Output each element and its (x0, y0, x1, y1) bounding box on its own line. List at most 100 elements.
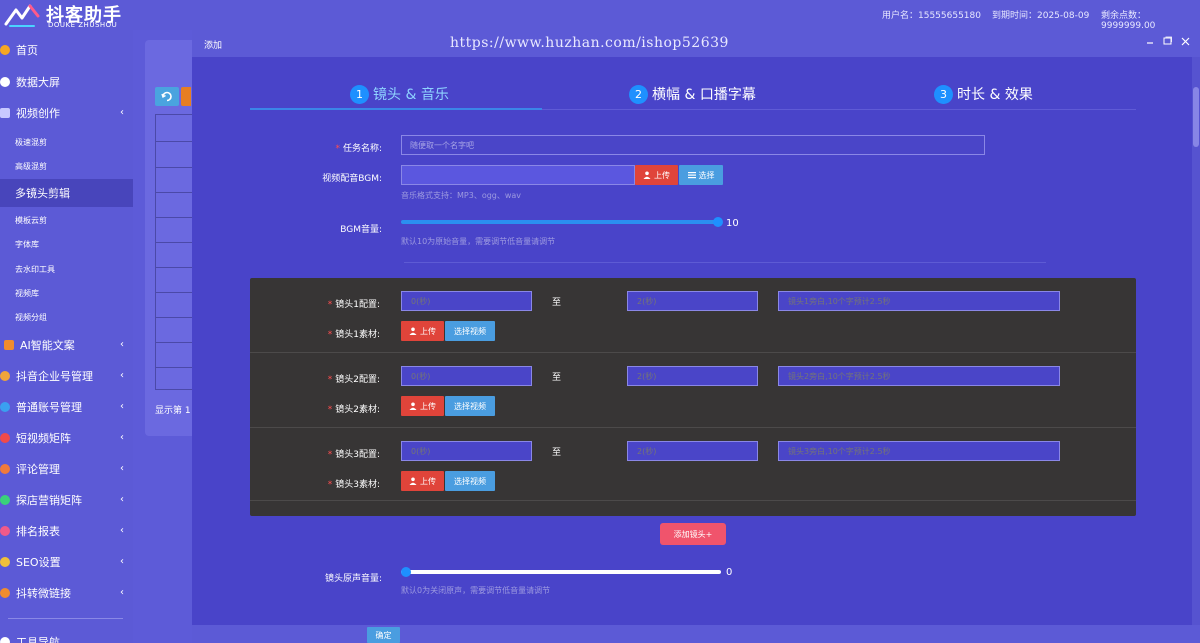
upload-icon (643, 171, 651, 179)
table-row (156, 267, 194, 268)
sidebar-item-seo[interactable]: SEO设置 ‹ (0, 548, 133, 576)
orig-volume-slider[interactable] (401, 570, 721, 574)
sidebar-item-ai-copy[interactable]: AI智能文案 ‹ (0, 331, 133, 359)
table-row (156, 367, 194, 368)
upload-icon (409, 477, 417, 485)
sidebar-item-home[interactable]: 首页 (0, 36, 133, 64)
orig-volume-value: 0 (726, 567, 733, 578)
bgm-select-button[interactable]: 选择 (679, 165, 723, 185)
orig-volume-slider-thumb[interactable] (401, 567, 411, 577)
section-divider (404, 262, 1046, 263)
upload-icon (409, 327, 417, 335)
shot-2-start-input[interactable] (401, 366, 532, 386)
shot-2-to-text: 至 (552, 373, 562, 383)
shot-2-narration-input[interactable] (778, 366, 1060, 386)
chevron-icon: ‹ (120, 463, 124, 474)
bgm-label: 视频配音BGM: (322, 174, 382, 184)
add-modal: 添加 https://www.huzhan.com/ishop52639 1 镜… (192, 30, 1200, 643)
shot-2-end-input[interactable] (627, 366, 758, 386)
matrix-icon (0, 433, 10, 443)
sidebar-item-label: 抖音企业号管理 (16, 370, 93, 383)
sidebar-item-comments[interactable]: 评论管理 ‹ (0, 455, 133, 483)
logo-icon (4, 4, 40, 27)
sidebar-item-tools[interactable]: 工具导航 (0, 628, 133, 643)
chevron-icon: ‹ (120, 525, 124, 536)
sidebar-item-label: 评论管理 (16, 463, 60, 476)
step-number: 1 (350, 84, 369, 104)
sidebar-item-label: 模板云剪 (15, 215, 47, 225)
sidebar-item-wechat-link[interactable]: 抖转微链接 ‹ (0, 579, 133, 607)
sidebar-item-douyin-enterprise[interactable]: 抖音企业号管理 ‹ (0, 362, 133, 390)
refresh-icon (161, 91, 172, 102)
shot-2-select-video-button[interactable]: 选择视频 (445, 396, 495, 416)
shot-1-upload-button[interactable]: 上传 (401, 321, 444, 341)
sidebar-item-label: 去水印工具 (15, 264, 55, 274)
bgm-volume-slider-thumb[interactable] (713, 217, 723, 227)
upload-icon (409, 402, 417, 410)
confirm-button[interactable]: 确定 (367, 627, 400, 643)
shot-1-to-text: 至 (552, 298, 562, 308)
shot-1-select-video-button[interactable]: 选择视频 (445, 321, 495, 341)
logo[interactable]: 抖客助手 DOUKE ZHUSHOU (4, 2, 134, 30)
shot-3-material-label: * 镜头3素材: (327, 480, 380, 490)
bgm-volume-slider[interactable] (401, 220, 721, 224)
refresh-button[interactable] (155, 87, 179, 106)
close-button[interactable] (1181, 36, 1190, 49)
sidebar-item-store-marketing[interactable]: 探店营销矩阵 ‹ (0, 486, 133, 514)
step-1[interactable]: 1 镜头 & 音乐 (350, 84, 449, 104)
steps-active-indicator (250, 108, 542, 110)
sidebar-item-accounts[interactable]: 普通账号管理 ‹ (0, 393, 133, 421)
sidebar-item-label: AI智能文案 (20, 339, 75, 352)
orig-volume-help-text: 默认0为关闭原声，需要调节低音量请调节 (401, 586, 551, 595)
sidebar-item-ranking[interactable]: 排名报表 ‹ (0, 517, 133, 545)
sidebar-item-fonts[interactable]: 字体库 (0, 230, 133, 258)
sidebar-item-label: SEO设置 (16, 556, 61, 569)
modal-title: 添加 (204, 41, 223, 51)
scrollbar-thumb[interactable] (1193, 87, 1199, 147)
sidebar-item-advanced-mix[interactable]: 高级混剪 (0, 152, 133, 180)
link-icon (0, 588, 10, 598)
shot-3-narration-input[interactable] (778, 441, 1060, 461)
table-row (156, 242, 194, 243)
sidebar-item-video-group[interactable]: 视频分组 (0, 303, 133, 331)
sidebar-item-label: 多镜头剪辑 (15, 187, 70, 200)
shot-1-end-input[interactable] (627, 291, 758, 311)
modal-footer: 确定 (192, 625, 1200, 643)
shot-3-end-input[interactable] (627, 441, 758, 461)
shot-2-upload-button[interactable]: 上传 (401, 396, 444, 416)
shot-1-material-label: * 镜头1素材: (327, 330, 380, 340)
task-name-input[interactable] (401, 135, 985, 155)
shot-3-select-video-button[interactable]: 选择视频 (445, 471, 495, 491)
minimize-button[interactable] (1146, 36, 1154, 49)
sidebar-item-multi-shot[interactable]: 多镜头剪辑 (0, 179, 133, 207)
shot-1-start-input[interactable] (401, 291, 532, 311)
sidebar-item-video-create[interactable]: 视频创作 ‹ (0, 99, 133, 127)
chevron-icon: ‹ (120, 339, 124, 350)
sidebar-item-label: 字体库 (15, 239, 39, 249)
add-shot-button[interactable]: 添加镜头+ (660, 523, 726, 545)
tools-icon (0, 637, 10, 643)
modal-header: 添加 https://www.huzhan.com/ishop52639 (192, 30, 1200, 57)
shot-3-config-label: * 镜头3配置: (327, 450, 380, 460)
chevron-icon: ‹ (120, 587, 124, 598)
sidebar-item-matrix[interactable]: 短视频矩阵 ‹ (0, 424, 133, 452)
maximize-button[interactable] (1163, 36, 1172, 49)
add-button[interactable] (181, 87, 191, 106)
step-2[interactable]: 2 横幅 & 口播字幕 (629, 84, 756, 104)
dashboard-icon (0, 77, 10, 87)
shot-3-start-input[interactable] (401, 441, 532, 461)
modal-scrollbar[interactable] (1192, 57, 1200, 643)
chevron-icon: ‹ (120, 556, 124, 567)
shot-1-narration-input[interactable] (778, 291, 1060, 311)
sidebar-item-dashboard[interactable]: 数据大屏 (0, 68, 133, 96)
close-icon (1181, 37, 1190, 46)
sidebar-item-label: 高级混剪 (15, 161, 47, 171)
table-row (156, 167, 194, 168)
bgm-input[interactable] (401, 165, 635, 185)
bgm-upload-button[interactable]: 上传 (635, 165, 678, 185)
shot-3-upload-button[interactable]: 上传 (401, 471, 444, 491)
step-3[interactable]: 3 时长 & 效果 (934, 84, 1033, 104)
table-row (156, 217, 194, 218)
table-row (156, 342, 194, 343)
step-label: 横幅 & 口播字幕 (652, 87, 756, 103)
